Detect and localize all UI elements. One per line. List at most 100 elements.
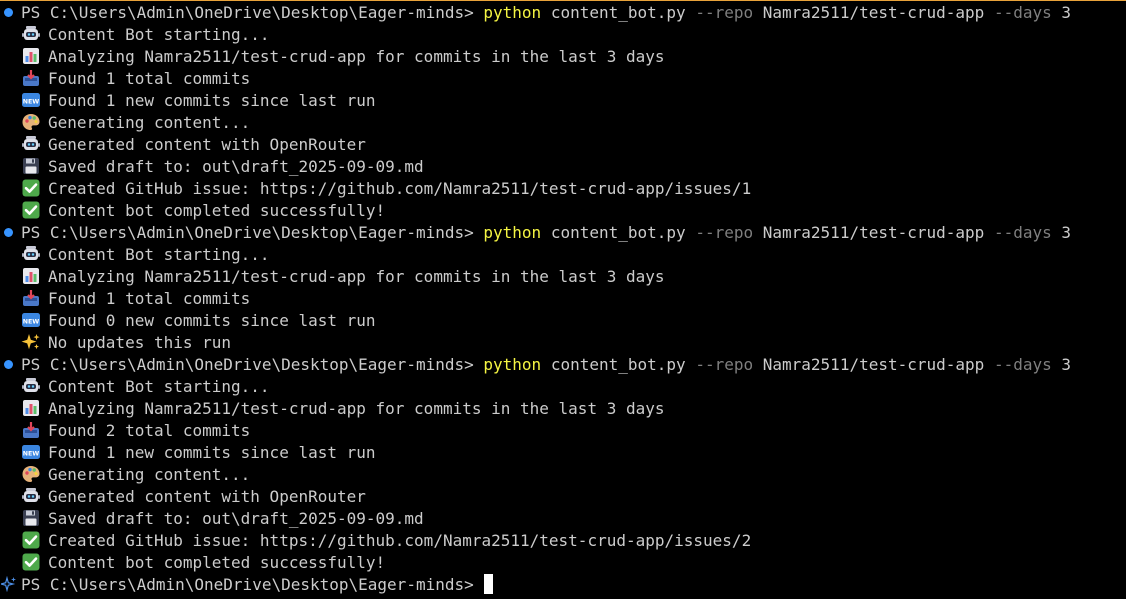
output-text: Content Bot starting... xyxy=(48,377,270,396)
command-decoration[interactable] xyxy=(0,2,20,24)
output-line: Analyzing Namra2511/test-crud-app for co… xyxy=(0,398,1126,420)
robot-icon xyxy=(21,25,41,43)
command-repo-value: Namra2511/test-crud-app xyxy=(762,3,985,22)
new-badge-icon: NEW xyxy=(21,91,41,109)
bar-chart-icon xyxy=(21,47,41,65)
command-script: content_bot.py xyxy=(550,223,686,242)
floppy-disk-icon xyxy=(21,509,41,527)
prompt-path: PS C:\Users\Admin\OneDrive\Desktop\Eager… xyxy=(21,575,484,594)
output-line: Found 1 total commits xyxy=(0,68,1126,90)
output-text: Created GitHub issue: https://github.com… xyxy=(48,531,752,550)
command-status-dot-icon[interactable] xyxy=(4,8,13,17)
command-decoration[interactable] xyxy=(0,222,20,244)
command-flag-repo: --repo xyxy=(695,355,754,374)
output-text: Found 1 new commits since last run xyxy=(48,91,376,110)
output-line: Content bot completed successfully! xyxy=(0,200,1126,222)
output-text: Content Bot starting... xyxy=(48,25,270,44)
output-line: Content Bot starting... xyxy=(0,376,1126,398)
command-decoration[interactable] xyxy=(0,354,20,376)
output-text: Analyzing Namra2511/test-crud-app for co… xyxy=(48,399,665,418)
bar-chart-icon xyxy=(21,267,41,285)
command-script: content_bot.py xyxy=(550,3,686,22)
output-text: Saved draft to: out\draft_2025-09-09.md xyxy=(48,157,424,176)
command-flag-days: --days xyxy=(993,3,1052,22)
output-text: Saved draft to: out\draft_2025-09-09.md xyxy=(48,509,424,528)
new-badge-icon: NEW xyxy=(21,443,41,461)
output-line: Analyzing Namra2511/test-crud-app for co… xyxy=(0,266,1126,288)
check-mark-icon xyxy=(21,553,41,571)
command-days-value: 3 xyxy=(1061,3,1072,22)
prompt-path: PS C:\Users\Admin\OneDrive\Desktop\Eager… xyxy=(21,355,484,374)
output-text: Analyzing Namra2511/test-crud-app for co… xyxy=(48,47,665,66)
output-line: Generated content with OpenRouter xyxy=(0,134,1126,156)
palette-icon xyxy=(21,113,41,131)
command-flag-days: --days xyxy=(993,223,1052,242)
inbox-tray-icon xyxy=(21,289,41,307)
output-line: Content Bot starting... xyxy=(0,244,1126,266)
prompt-path: PS C:\Users\Admin\OneDrive\Desktop\Eager… xyxy=(21,3,484,22)
output-text: Content Bot starting... xyxy=(48,245,270,264)
bar-chart-icon xyxy=(21,399,41,417)
command-flag-repo: --repo xyxy=(695,223,754,242)
output-line: Found 1 total commits xyxy=(0,288,1126,310)
output-text: Found 1 total commits xyxy=(48,289,251,308)
output-text: Found 1 new commits since last run xyxy=(48,443,376,462)
output-text: Generated content with OpenRouter xyxy=(48,135,366,154)
command-status-dot-icon[interactable] xyxy=(4,228,13,237)
output-line: Generating content... xyxy=(0,464,1126,486)
inbox-tray-icon xyxy=(21,69,41,87)
output-text: Generated content with OpenRouter xyxy=(48,487,366,506)
output-text: Created GitHub issue: https://github.com… xyxy=(48,179,752,198)
floppy-disk-icon xyxy=(21,157,41,175)
window-top-border xyxy=(0,0,1126,1)
output-line: Content bot completed successfully! xyxy=(0,552,1126,574)
command-repo-value: Namra2511/test-crud-app xyxy=(762,355,985,374)
output-line: NEW Found 1 new commits since last run xyxy=(0,442,1126,464)
output-text: Found 2 total commits xyxy=(48,421,251,440)
output-line: Saved draft to: out\draft_2025-09-09.md xyxy=(0,508,1126,530)
terminal-cursor[interactable] xyxy=(484,574,494,594)
inbox-tray-icon xyxy=(21,421,41,439)
robot-icon xyxy=(21,245,41,263)
svg-text:NEW: NEW xyxy=(23,450,40,457)
output-line: Found 2 total commits xyxy=(0,420,1126,442)
command-status-dot-icon[interactable] xyxy=(4,360,13,369)
output-line: NEW Found 1 new commits since last run xyxy=(0,90,1126,112)
output-line: Analyzing Namra2511/test-crud-app for co… xyxy=(0,46,1126,68)
output-line: Created GitHub issue: https://github.com… xyxy=(0,178,1126,200)
command-repo-value: Namra2511/test-crud-app xyxy=(762,223,985,242)
prompt-line: PS C:\Users\Admin\OneDrive\Desktop\Eager… xyxy=(0,354,1126,376)
output-text: Found 0 new commits since last run xyxy=(48,311,376,330)
terminal-output[interactable]: PS C:\Users\Admin\OneDrive\Desktop\Eager… xyxy=(0,2,1126,596)
output-line: No updates this run xyxy=(0,332,1126,354)
svg-text:NEW: NEW xyxy=(23,98,40,105)
output-line: Created GitHub issue: https://github.com… xyxy=(0,530,1126,552)
command-exe: python xyxy=(483,355,542,374)
output-line: Generating content... xyxy=(0,112,1126,134)
check-mark-icon xyxy=(21,531,41,549)
copilot-sparkle-icon[interactable] xyxy=(0,575,17,593)
prompt-path: PS C:\Users\Admin\OneDrive\Desktop\Eager… xyxy=(21,223,484,242)
robot-icon xyxy=(21,377,41,395)
output-text: Content bot completed successfully! xyxy=(48,201,386,220)
sparkles-icon xyxy=(21,333,41,351)
output-line: Saved draft to: out\draft_2025-09-09.md xyxy=(0,156,1126,178)
output-text: No updates this run xyxy=(48,333,232,352)
output-line: Generated content with OpenRouter xyxy=(0,486,1126,508)
command-decoration[interactable] xyxy=(0,574,20,596)
robot-icon xyxy=(21,487,41,505)
output-text: Generating content... xyxy=(48,113,251,132)
output-text: Found 1 total commits xyxy=(48,69,251,88)
output-line: NEW Found 0 new commits since last run xyxy=(0,310,1126,332)
command-script: content_bot.py xyxy=(550,355,686,374)
output-text: Analyzing Namra2511/test-crud-app for co… xyxy=(48,267,665,286)
robot-icon xyxy=(21,135,41,153)
new-badge-icon: NEW xyxy=(21,311,41,329)
output-text: Content bot completed successfully! xyxy=(48,553,386,572)
check-mark-icon xyxy=(21,201,41,219)
command-days-value: 3 xyxy=(1061,223,1072,242)
command-days-value: 3 xyxy=(1061,355,1072,374)
command-flag-repo: --repo xyxy=(695,3,754,22)
check-mark-icon xyxy=(21,179,41,197)
command-exe: python xyxy=(483,223,542,242)
